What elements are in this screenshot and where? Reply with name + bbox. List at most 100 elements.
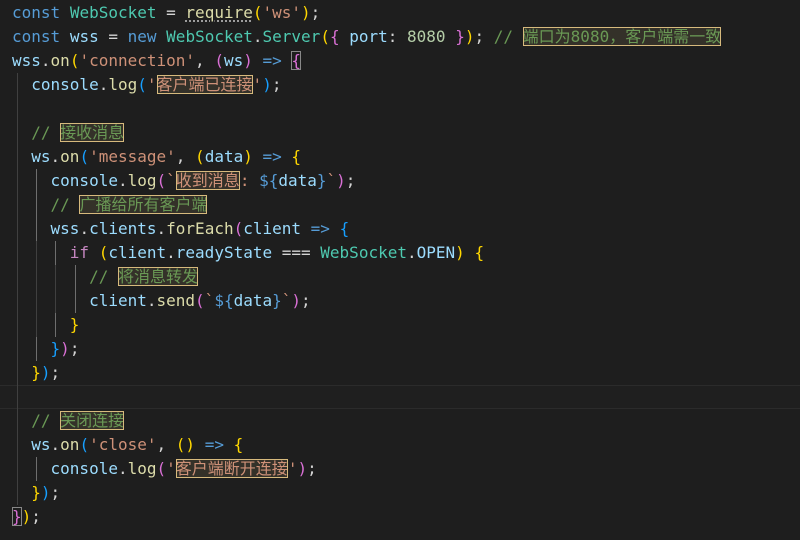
code-token: => [262, 147, 282, 166]
code-token: client [108, 243, 167, 262]
code-token: = [156, 3, 186, 22]
code-token: ' [287, 459, 298, 478]
code-token: . [98, 75, 109, 94]
line-content: console.log(`收到消息: ${data}`); [12, 169, 355, 193]
code-token: ` [166, 171, 176, 190]
code-line[interactable]: wss.clients.forEach(client => { [0, 217, 800, 241]
code-token: ( [233, 219, 244, 238]
code-editor[interactable]: const WebSocket = require('ws'); const ws… [0, 0, 800, 540]
code-line[interactable]: }); [0, 337, 800, 361]
code-token: // [31, 123, 61, 142]
code-token: clients [89, 219, 157, 238]
code-token: } [69, 315, 80, 334]
code-token: ( [320, 27, 330, 46]
code-line[interactable]: ws.on('close', () => { [0, 433, 800, 457]
code-token: ; [307, 459, 317, 478]
code-line[interactable]: }); [0, 361, 800, 385]
code-token: } [272, 291, 282, 310]
code-token: WebSocket [320, 243, 407, 262]
line-content: // 关闭连接 [12, 409, 125, 433]
code-line[interactable]: wss.on('connection', (ws) => { [0, 49, 800, 73]
code-token: } [31, 483, 41, 502]
code-line[interactable]: const wss = new WebSocket.Server({ port:… [0, 25, 800, 49]
code-token: ) [455, 243, 465, 262]
code-token: log [127, 459, 157, 478]
code-token: { [291, 147, 302, 166]
code-line-current[interactable] [0, 385, 800, 409]
code-token: . [252, 27, 263, 46]
line-content: } [12, 313, 80, 337]
code-token: // [89, 267, 118, 286]
code-token: if [69, 243, 90, 262]
code-line[interactable]: if (client.readyState === WebSocket.OPEN… [0, 241, 800, 265]
code-line[interactable]: console.log('客户端已连接'); [0, 73, 800, 97]
code-token: ; [301, 291, 311, 310]
code-line[interactable]: console.log('客户端断开连接'); [0, 457, 800, 481]
line-content: wss.clients.forEach(client => { [12, 217, 350, 241]
code-token: ) [291, 291, 302, 310]
indent-guide [16, 385, 18, 409]
code-line[interactable]: client.send(`${data}`); [0, 289, 800, 313]
code-token: log [108, 75, 138, 94]
code-line[interactable]: // 广播给所有客户端 [0, 193, 800, 217]
line-content: ws.on('message', (data) => { [12, 145, 301, 169]
code-token: console [50, 171, 118, 190]
code-token: { [474, 243, 485, 262]
code-line[interactable]: const WebSocket = require('ws'); [0, 1, 800, 25]
code-line[interactable]: }); [0, 505, 800, 529]
code-token: ) [243, 147, 253, 166]
code-token: ; [69, 339, 80, 358]
code-token: } [50, 339, 61, 358]
code-token: readyState [175, 243, 273, 262]
code-token: // [31, 411, 61, 430]
code-token: 关闭连接 [60, 411, 125, 430]
code-line[interactable] [0, 97, 800, 121]
code-line[interactable]: } [0, 313, 800, 337]
code-line[interactable]: console.log(`收到消息: ${data}`); [0, 169, 800, 193]
code-token: ws [223, 51, 244, 70]
code-line[interactable]: // 接收消息 [0, 121, 800, 145]
code-line[interactable]: ws.on('message', (data) => { [0, 145, 800, 169]
code-token: ( [214, 51, 224, 70]
line-content: }); [12, 361, 60, 385]
line-content: const WebSocket = require('ws'); [12, 1, 320, 25]
indent-guide [16, 97, 18, 121]
code-token: on [60, 435, 80, 454]
code-token: ' [146, 75, 157, 94]
code-token: ; [474, 27, 485, 46]
code-token: ) [21, 507, 32, 526]
code-token: . [50, 435, 61, 454]
code-line[interactable]: // 将消息转发 [0, 265, 800, 289]
code-token: . [406, 243, 417, 262]
code-token: ` [204, 291, 215, 310]
code-token: : [387, 27, 408, 46]
code-token: === [272, 243, 321, 262]
code-token: wss [69, 27, 99, 46]
code-token: . [79, 219, 90, 238]
line-content: console.log('客户端已连接'); [12, 73, 281, 97]
code-line[interactable]: }); [0, 481, 800, 505]
line-content: // 接收消息 [12, 121, 125, 145]
code-token: } [455, 27, 465, 46]
code-token: log [127, 171, 157, 190]
line-content: // 广播给所有客户端 [12, 193, 208, 217]
line-content: }); [12, 337, 80, 361]
code-token: ) [185, 435, 196, 454]
code-line[interactable]: // 关闭连接 [0, 409, 800, 433]
code-token: console [50, 459, 118, 478]
code-token: 客户端已连接 [156, 75, 253, 94]
